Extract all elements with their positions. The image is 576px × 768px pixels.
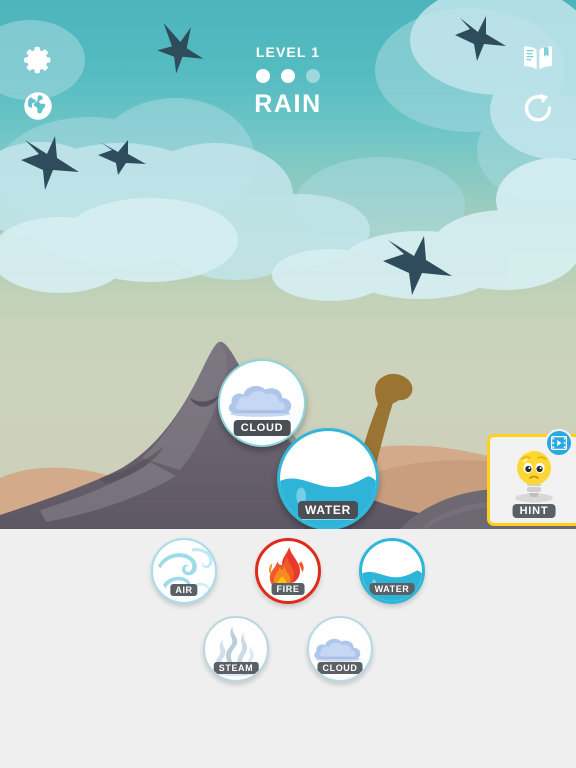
bubble-label: WATER: [298, 501, 358, 519]
globe-icon: [24, 92, 52, 120]
field-bubble-water[interactable]: WATER: [277, 428, 379, 529]
element-cloud[interactable]: CLOUD: [307, 616, 373, 682]
settings-button[interactable]: [18, 38, 58, 78]
element-label: STEAM: [213, 662, 259, 674]
element-label: CLOUD: [317, 662, 363, 674]
element-label: WATER: [369, 583, 415, 595]
element-label: FIRE: [271, 583, 305, 595]
element-steam[interactable]: STEAM: [203, 616, 269, 682]
book-icon: [524, 46, 552, 70]
element-water[interactable]: WATER: [359, 538, 425, 604]
element-tray: AIR FIRE WATER STEAM CLOUD: [0, 529, 576, 768]
hint-video-badge[interactable]: [545, 429, 573, 457]
element-tray-row-1: AIR FIRE WATER: [0, 538, 576, 604]
game-playfield[interactable]: LEVEL 1 RAIN CLOUD WATER HINT: [0, 0, 576, 529]
hint-label: HINT: [512, 504, 556, 518]
element-fire[interactable]: FIRE: [255, 538, 321, 604]
video-play-icon: [551, 436, 567, 450]
refresh-icon: [524, 93, 552, 122]
element-tray-row-2: STEAM CLOUD: [0, 616, 576, 682]
restart-button[interactable]: [518, 88, 558, 128]
gear-icon: [24, 46, 51, 74]
encyclopedia-button[interactable]: [518, 38, 558, 78]
element-air[interactable]: AIR: [151, 538, 217, 604]
lightbulb-sad-icon: [515, 449, 553, 503]
language-button[interactable]: [20, 88, 56, 124]
game-screen: LEVEL 1 RAIN CLOUD WATER HINT AIR FIRE W…: [0, 0, 576, 768]
element-label: AIR: [170, 584, 198, 596]
